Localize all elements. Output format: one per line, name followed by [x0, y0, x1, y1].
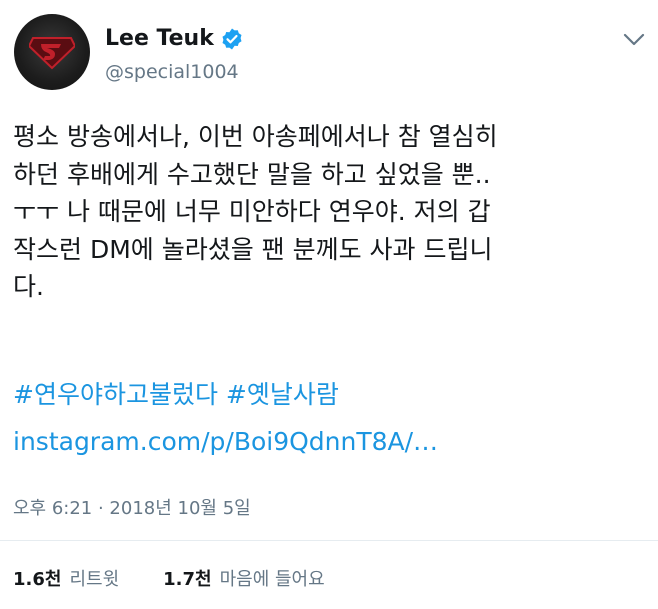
tweet-text: 평소 방송에서나, 이번 아송페에서나 참 열심히 하던 후배에게 수고했단 말… [13, 122, 498, 301]
chevron-down-icon[interactable] [620, 30, 648, 50]
like-label[interactable]: 마음에 들어요 [220, 565, 325, 591]
verified-badge-icon [222, 28, 242, 49]
divider [0, 540, 658, 541]
retweet-count[interactable]: 1.6천 [13, 565, 61, 591]
author-name-row: Lee Teuk [105, 26, 244, 51]
tweet-stats: 1.6천 리트윗 1.7천 마음에 들어요 [13, 565, 325, 591]
user-handle[interactable]: @special1004 [105, 61, 239, 83]
retweet-label[interactable]: 리트윗 [69, 565, 119, 591]
tweet-timestamp[interactable]: 오후 6:21 · 2018년 10월 5일 [13, 494, 251, 520]
hashtag-link[interactable]: #옛날사람 [226, 380, 339, 409]
like-count[interactable]: 1.7천 [163, 565, 211, 591]
avatar[interactable] [14, 14, 90, 90]
display-name[interactable]: Lee Teuk [105, 26, 214, 51]
hashtags: #연우야하고불렀다 #옛날사람 [13, 376, 339, 414]
superman-logo-icon [29, 37, 75, 70]
instagram-link[interactable]: instagram.com/p/Boi9QdnnT8A/… [13, 423, 438, 461]
hashtag-link[interactable]: #연우야하고불렀다 [13, 380, 218, 409]
